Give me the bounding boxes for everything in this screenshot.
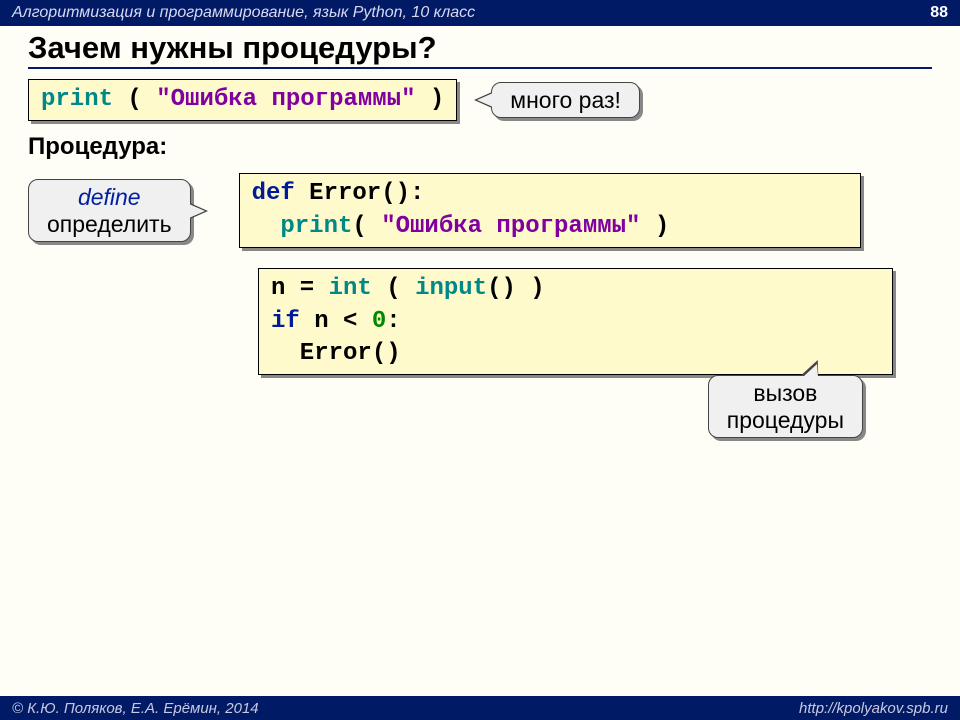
footer-copyright: © К.Ю. Поляков, Е.А. Ерёмин, 2014 — [12, 700, 259, 717]
row-definition: define определить def Error(): print( "О… — [28, 173, 932, 248]
code-text: ( — [372, 275, 415, 302]
code-def-error: def Error(): print( "Ошибка программы" ) — [239, 173, 861, 248]
kw-def: def — [252, 180, 295, 207]
course-title: Алгоритмизация и программирование, язык … — [12, 4, 475, 22]
callout-invoke: вызов процедуры — [708, 375, 863, 438]
kw-print: print — [41, 86, 113, 113]
kw-input: input — [415, 275, 487, 302]
header-bar: Алгоритмизация и программирование, язык … — [0, 0, 960, 26]
callout-many-times: много раз! — [491, 82, 640, 118]
code-print-call: print ( "Ошибка программы" ) — [28, 79, 457, 121]
code-text: n < — [300, 308, 372, 335]
code-text: ( — [352, 213, 381, 240]
callout-invoke-1: вызов — [753, 380, 817, 406]
code-text: = — [285, 275, 328, 302]
num-zero: 0 — [372, 308, 386, 335]
row-usage: n = int ( input() ) if n < 0: Error() вы… — [258, 268, 893, 375]
kw-print: print — [252, 213, 353, 240]
code-usage: n = int ( input() ) if n < 0: Error() — [258, 268, 893, 375]
colon: : — [410, 180, 424, 207]
code-text: () ) — [487, 275, 545, 302]
code-text: n — [271, 275, 285, 302]
code-text: ) — [640, 213, 669, 240]
kw-int: int — [329, 275, 372, 302]
subheading-procedure: Процедура: — [28, 133, 932, 161]
page-number: 88 — [930, 4, 948, 22]
footer-url: http://kpolyakov.spb.ru — [799, 700, 948, 717]
callout-invoke-2: процедуры — [727, 407, 844, 433]
row-print-call: print ( "Ошибка программы" ) много раз! — [28, 79, 932, 121]
code-text: ( — [113, 86, 156, 113]
callout-text: много раз! — [510, 87, 621, 113]
footer-bar: © К.Ю. Поляков, Е.А. Ерёмин, 2014 http:/… — [0, 696, 960, 720]
kw-if: if — [271, 308, 300, 335]
callout-define: define определить — [28, 179, 191, 242]
string-literal: "Ошибка программы" — [381, 213, 640, 240]
string-literal: "Ошибка программы" — [156, 86, 415, 113]
page-title: Зачем нужны процедуры? — [28, 30, 932, 69]
colon: : — [386, 308, 400, 335]
callout-define-en: define — [78, 184, 141, 210]
code-text: ) — [415, 86, 444, 113]
code-text: Error() — [295, 180, 410, 207]
code-text: Error() — [271, 340, 401, 367]
slide-content: Зачем нужны процедуры? print ( "Ошибка п… — [0, 26, 960, 375]
callout-define-ru: определить — [47, 211, 172, 237]
